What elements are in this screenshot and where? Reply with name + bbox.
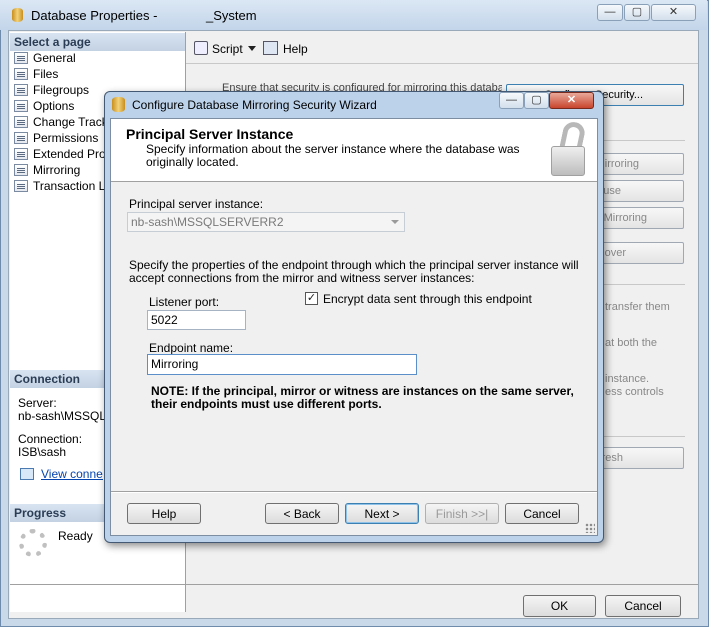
principal-instance-select[interactable]: nb-sash\MSSQLSERVERR2 (127, 212, 405, 232)
transfer-text: transfer them (605, 301, 670, 313)
page-icon (14, 164, 28, 176)
encrypt-label[interactable]: Encrypt data sent through this endpoint (323, 292, 532, 306)
principal-instance-label: Principal server instance: (129, 197, 264, 211)
script-button[interactable]: Script (212, 40, 243, 58)
outer-close-button[interactable]: ✕ (651, 4, 696, 21)
progress-spinner-icon (19, 529, 47, 557)
outer-title-prefix: Database Properties - (31, 8, 158, 23)
next-button[interactable]: Next > (345, 503, 419, 524)
page-icon (14, 84, 28, 96)
database-icon (12, 8, 23, 22)
server-label: Server: (18, 396, 57, 410)
ok-button[interactable]: OK (523, 595, 596, 617)
endpoint-instructions: Specify the properties of the endpoint t… (129, 258, 579, 285)
page-item-change-tracking[interactable]: Change Tracking (14, 114, 104, 130)
wizard-footer-separator (111, 491, 597, 493)
right-separator (594, 436, 685, 437)
page-item-filegroups[interactable]: Filegroups (14, 82, 104, 98)
connection-label: Connection: (18, 432, 83, 446)
outer-minimize-button[interactable]: — (597, 4, 623, 21)
page-item-permissions[interactable]: Permissions (14, 130, 104, 146)
select-page-header: Select a page (10, 33, 185, 51)
right-separator (594, 140, 685, 141)
server-value: nb-sash\MSSQLSERVERR2 (18, 409, 104, 423)
outer-cancel-button[interactable]: Cancel (605, 595, 681, 617)
script-icon (194, 41, 208, 55)
bottom-separator (10, 584, 698, 585)
wizard-cancel-button[interactable]: Cancel (505, 503, 579, 524)
resize-grip-icon[interactable] (585, 523, 595, 533)
page-item-general[interactable]: General (14, 50, 104, 66)
page-item-transaction-log-shipping[interactable]: Transaction Log Shipping (14, 178, 104, 194)
controls-text: ess controls (605, 386, 664, 398)
listener-port-input[interactable]: 5022 (147, 310, 246, 330)
wizard-help-button[interactable]: Help (127, 503, 201, 524)
instance-text: instance. (605, 373, 650, 385)
wizard-heading: Principal Server Instance (126, 126, 294, 142)
wizard-title: Configure Database Mirroring Security Wi… (132, 98, 377, 112)
page-icon (14, 116, 28, 128)
progress-status: Ready (58, 529, 93, 543)
page-item-mirroring[interactable]: Mirroring (14, 162, 104, 178)
toolbar-separator (186, 63, 698, 64)
wizard-database-icon (112, 97, 125, 112)
view-connection-properties-link[interactable]: View connection properties (41, 467, 103, 481)
wizard-close-button[interactable]: ✕ (549, 92, 594, 109)
help-icon (263, 41, 278, 55)
outer-title-suffix: _System (206, 8, 257, 23)
wizard-maximize-button[interactable]: ▢ (524, 92, 549, 109)
note-text: NOTE: If the principal, mirror or witnes… (151, 384, 574, 411)
page-icon (14, 100, 28, 112)
back-button[interactable]: < Back (265, 503, 339, 524)
page-item-files[interactable]: Files (14, 66, 104, 82)
finish-button[interactable]: Finish >>| (425, 503, 499, 524)
lock-icon (549, 120, 589, 178)
page-icon (14, 132, 28, 144)
connection-properties-icon (20, 468, 34, 480)
outer-maximize-button[interactable]: ▢ (624, 4, 650, 21)
page-icon (14, 52, 28, 64)
dropdown-arrow-icon[interactable] (248, 46, 256, 51)
help-toolbar-button[interactable]: Help (283, 40, 308, 58)
page-item-extended-properties[interactable]: Extended Properties (14, 146, 104, 162)
connection-value: ISB\sash (18, 445, 67, 459)
endpoint-name-input[interactable]: Mirroring (147, 354, 417, 375)
page-icon (14, 180, 28, 192)
page-icon (14, 148, 28, 160)
listener-port-label: Listener port: (149, 295, 220, 309)
encrypt-checkbox[interactable]: ✓ (305, 292, 318, 305)
wizard-minimize-button[interactable]: — (499, 92, 524, 109)
chevron-down-icon (391, 220, 399, 224)
page-icon (14, 68, 28, 80)
both-text: at both the (605, 337, 657, 349)
endpoint-name-label: Endpoint name: (149, 341, 234, 355)
wizard-description: Specify information about the server ins… (146, 142, 520, 169)
page-item-options[interactable]: Options (14, 98, 104, 114)
right-separator (594, 284, 685, 285)
